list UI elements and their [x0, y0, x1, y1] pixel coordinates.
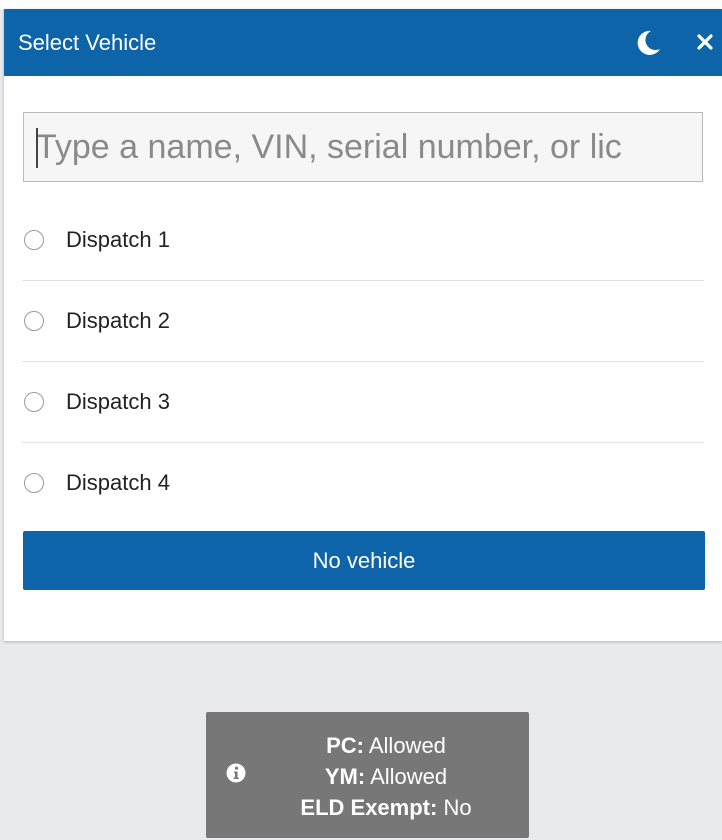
radio-button[interactable] [24, 311, 44, 331]
ym-key: YM: [324, 764, 366, 789]
radio-button[interactable] [24, 392, 44, 412]
moon-icon[interactable] [634, 29, 662, 57]
ym-value: Allowed [370, 764, 448, 789]
dialog-header: Select Vehicle [4, 9, 722, 76]
ym-status: YM: Allowed [266, 761, 506, 792]
vehicle-option-label: Dispatch 4 [66, 470, 170, 495]
vehicle-option-label: Dispatch 3 [66, 389, 170, 414]
pc-key: PC: [326, 733, 364, 758]
info-icon [226, 763, 246, 783]
top-strip [0, 0, 722, 9]
vehicle-list: Dispatch 1 Dispatch 2 Dispatch 3 Dispatc… [22, 200, 704, 523]
vehicle-option-dispatch-2[interactable]: Dispatch 2 [22, 281, 704, 362]
pc-status: PC: Allowed [266, 730, 506, 761]
vehicle-option-dispatch-1[interactable]: Dispatch 1 [22, 200, 704, 281]
radio-button[interactable] [24, 473, 44, 493]
status-toast: PC: Allowed YM: Allowed ELD Exempt: No [206, 712, 529, 838]
eld-exempt-status: ELD Exempt: No [266, 792, 506, 823]
status-lines: PC: Allowed YM: Allowed ELD Exempt: No [266, 730, 506, 823]
vehicle-option-label: Dispatch 1 [66, 227, 170, 252]
eld-key: ELD Exempt: [300, 795, 438, 820]
no-vehicle-button[interactable]: No vehicle [23, 531, 705, 590]
text-caret [36, 128, 38, 168]
vehicle-search-input[interactable] [23, 112, 703, 182]
close-icon[interactable] [692, 29, 718, 55]
pc-value: Allowed [368, 733, 446, 758]
dialog-title: Select Vehicle [18, 29, 157, 55]
radio-button[interactable] [24, 230, 44, 250]
eld-value: No [443, 795, 472, 820]
vehicle-option-dispatch-4[interactable]: Dispatch 4 [22, 443, 704, 523]
vehicle-option-label: Dispatch 2 [66, 308, 170, 333]
vehicle-option-dispatch-3[interactable]: Dispatch 3 [22, 362, 704, 443]
